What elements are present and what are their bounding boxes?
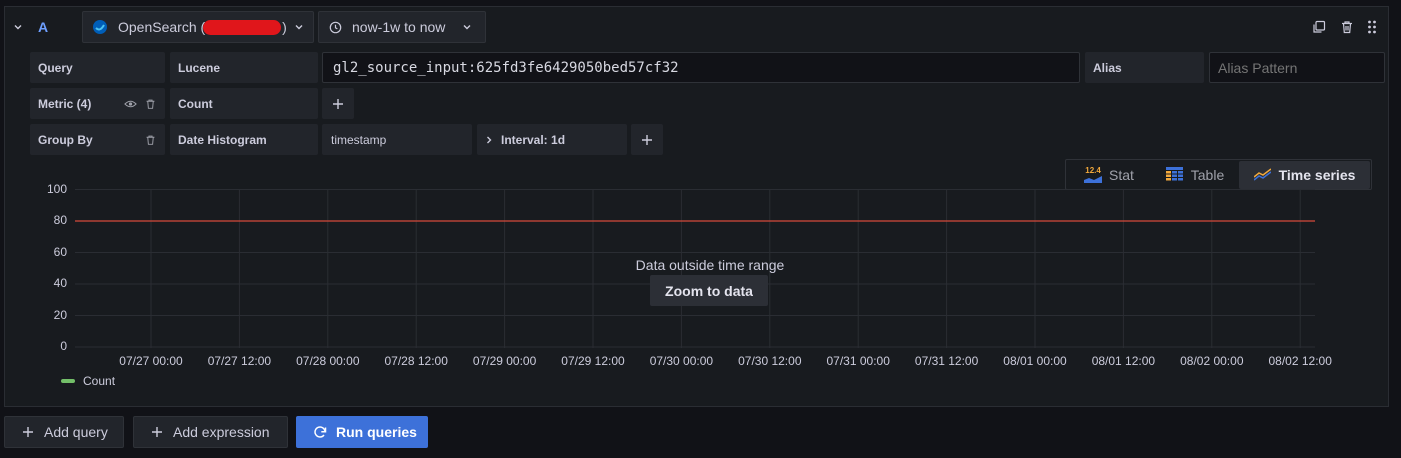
legend-item-count[interactable]: Count <box>61 374 115 388</box>
y-tick-label: 100 <box>46 181 67 196</box>
legend-label: Count <box>83 374 116 388</box>
x-tick-label: 07/28 12:00 <box>384 354 448 368</box>
add-expression-button[interactable]: Add expression <box>133 416 288 448</box>
y-tick-label: 40 <box>53 276 67 290</box>
x-tick-label: 08/01 12:00 <box>1091 354 1156 368</box>
x-tick-label: 07/31 12:00 <box>914 354 979 368</box>
zoom-to-data-button[interactable]: Zoom to data <box>650 275 768 306</box>
x-tick-label: 08/02 00:00 <box>1180 354 1244 368</box>
legend-swatch <box>61 379 75 383</box>
data-outside-range-message: Data outside time range <box>635 257 785 273</box>
plus-icon <box>152 427 162 437</box>
x-tick-label: 07/29 12:00 <box>561 354 625 368</box>
x-tick-label: 08/02 12:00 <box>1268 354 1332 368</box>
add-query-label: Add query <box>44 424 108 440</box>
add-expression-label: Add expression <box>173 424 270 440</box>
x-tick-label: 07/27 00:00 <box>119 354 183 368</box>
y-tick-label: 0 <box>60 339 67 353</box>
x-tick-label: 07/30 00:00 <box>649 354 714 368</box>
y-tick-label: 80 <box>53 213 67 227</box>
x-tick-label: 07/28 00:00 <box>296 354 360 368</box>
x-tick-label: 07/27 12:00 <box>207 354 272 368</box>
add-query-button[interactable]: Add query <box>4 416 124 448</box>
time-series-chart <box>75 189 1315 348</box>
x-tick-label: 07/31 00:00 <box>826 354 890 368</box>
x-tick-label: 07/30 12:00 <box>738 354 802 368</box>
query-editor-panel: A OpenSearch ( ) now-1w to now Query Luc… <box>4 6 1389 407</box>
refresh-icon <box>314 426 327 438</box>
x-tick-label: 08/01 00:00 <box>1003 354 1067 368</box>
y-tick-label: 60 <box>53 244 67 259</box>
run-queries-button[interactable]: Run queries <box>296 416 428 448</box>
plus-icon <box>23 427 33 437</box>
run-queries-label: Run queries <box>336 424 417 440</box>
y-tick-label: 20 <box>53 307 67 322</box>
x-tick-label: 07/29 00:00 <box>472 354 537 368</box>
